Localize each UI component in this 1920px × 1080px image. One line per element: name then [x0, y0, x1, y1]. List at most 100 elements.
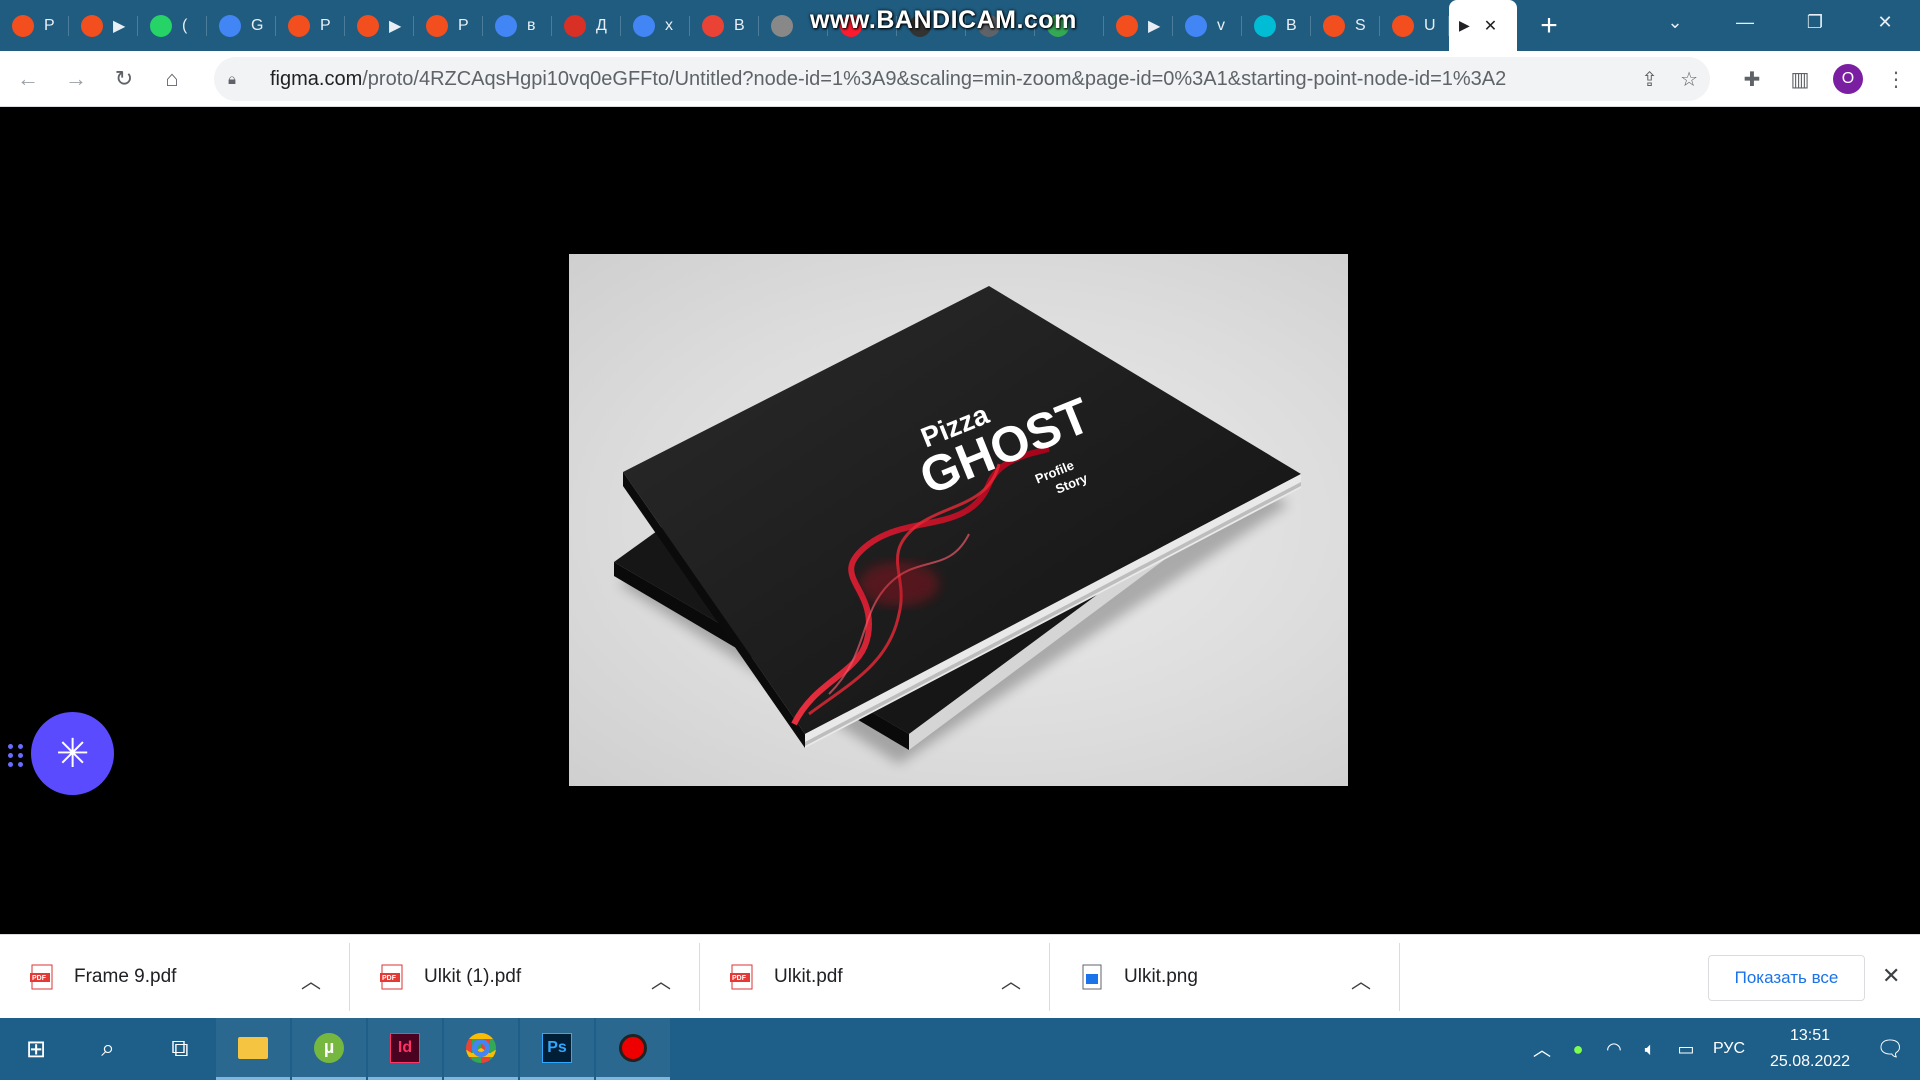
url-host: figma.com: [270, 67, 363, 90]
download-item[interactable]: PDF Ulkit (1).pdf ︿: [350, 942, 700, 1011]
download-filename: Ulkit (1).pdf: [424, 965, 522, 987]
tab-search-icon[interactable]: ⌄: [1640, 12, 1710, 33]
battery-icon[interactable]: ▭: [1668, 1039, 1704, 1060]
tab-title: ▶: [113, 17, 126, 35]
tab-title: G: [251, 16, 264, 34]
tab-title: P: [458, 16, 469, 34]
browser-tab[interactable]: ▶: [69, 0, 138, 51]
browser-tab[interactable]: Д: [552, 0, 621, 51]
browser-tab[interactable]: U: [1380, 0, 1449, 51]
recording-watermark: www.BANDICAM.com: [810, 6, 1077, 34]
google-icon: [633, 14, 655, 37]
volume-icon[interactable]: 🔈︎: [1632, 1039, 1668, 1060]
indesign-icon[interactable]: Id: [368, 1018, 442, 1080]
widget-drag-handle[interactable]: [8, 744, 24, 767]
pdf-file-icon: PDF: [730, 964, 753, 989]
search-icon[interactable]: ⌕: [72, 1018, 144, 1080]
browser-tab[interactable]: P: [276, 0, 345, 51]
google-icon: [1185, 14, 1207, 37]
browser-tab[interactable]: v: [1173, 0, 1242, 51]
new-tab-button[interactable]: +: [1527, 0, 1571, 51]
tab-title: ▶: [389, 17, 402, 35]
close-tab-icon[interactable]: ✕: [1484, 16, 1497, 36]
language-indicator[interactable]: РУС: [1704, 1040, 1754, 1058]
play-icon: ▶: [1459, 17, 1470, 33]
clock[interactable]: 13:51 25.08.2022: [1760, 1023, 1860, 1075]
download-item[interactable]: Ulkit.png ︿: [1050, 942, 1400, 1011]
close-downloads-icon[interactable]: ✕: [1882, 963, 1900, 989]
browser-tab[interactable]: G: [207, 0, 276, 51]
tab-list: P ▶(G P ▶ Pв Дx B ▶ v B S U ▶ ✕ +: [0, 0, 1571, 51]
reload-icon[interactable]: ↻: [104, 59, 144, 99]
side-panel-icon[interactable]: ▥: [1776, 67, 1824, 92]
download-item[interactable]: PDF Ulkit.pdf ︿: [700, 942, 1050, 1011]
restore-icon[interactable]: ❐: [1780, 12, 1850, 33]
browser-toolbar: ← → ↻ ⌂ 🔒︎ figma.com/proto/4RZCAqsHgpi10…: [0, 51, 1920, 107]
globe-icon: [771, 14, 793, 37]
tab-title: B: [1286, 16, 1297, 34]
bookmark-star-icon[interactable]: ☆: [1680, 67, 1698, 92]
chevron-up-icon[interactable]: ︿: [1351, 965, 1371, 994]
svg-text:PDF: PDF: [382, 975, 397, 982]
pdf-file-icon: PDF: [30, 964, 53, 989]
downloads-list: PDF Frame 9.pdf ︿ PDF Ulkit (1).pdf ︿ PDF Ulkit…: [0, 942, 1400, 1011]
download-filename: Frame 9.pdf: [74, 965, 177, 987]
notifications-icon[interactable]: 🗨︎: [1860, 1036, 1920, 1062]
browser-tab[interactable]: P: [414, 0, 483, 51]
browser-tab[interactable]: S: [1311, 0, 1380, 51]
browser-tab[interactable]: B: [690, 0, 759, 51]
bandicam-record-icon[interactable]: [596, 1018, 670, 1080]
menu-icon[interactable]: ⋮: [1872, 67, 1920, 92]
google-translate-icon: [219, 14, 241, 37]
utorrent-icon[interactable]: µ: [292, 1018, 366, 1080]
minimize-icon[interactable]: —: [1710, 12, 1780, 33]
lock-icon[interactable]: 🔒︎: [228, 71, 248, 88]
home-icon[interactable]: ⌂: [152, 59, 192, 99]
chevron-up-icon[interactable]: ︿: [301, 965, 321, 994]
browser-tab[interactable]: x: [621, 0, 690, 51]
show-all-downloads-button[interactable]: Показать все: [1708, 955, 1865, 1001]
task-view-icon[interactable]: ⧉: [144, 1018, 216, 1080]
extensions-icon[interactable]: ✚: [1728, 67, 1776, 92]
browser-tab[interactable]: ▶: [345, 0, 414, 51]
share-icon[interactable]: ⇪: [1641, 67, 1658, 92]
browser-tab[interactable]: в: [483, 0, 552, 51]
tab-title: (: [182, 16, 188, 34]
wifi-icon[interactable]: ◠: [1596, 1039, 1632, 1060]
figma-icon: [12, 14, 34, 37]
forward-icon[interactable]: →: [56, 59, 96, 99]
window-controls: ⌄ — ❐ ✕: [1640, 0, 1920, 44]
tray-app-icon[interactable]: ●: [1560, 1039, 1596, 1060]
red-g-icon: [564, 14, 586, 37]
tab-title: P: [44, 16, 55, 34]
downloads-bar: PDF Frame 9.pdf ︿ PDF Ulkit (1).pdf ︿ PDF Ulkit…: [0, 934, 1920, 1018]
chevron-up-icon[interactable]: ︿: [651, 965, 671, 994]
figma-icon: [1392, 14, 1414, 37]
clock-date: 25.08.2022: [1769, 1053, 1851, 1070]
photoshop-icon[interactable]: Ps: [520, 1018, 594, 1080]
back-icon[interactable]: ←: [8, 59, 48, 99]
clock-time: 13:51: [1789, 1027, 1831, 1044]
chrome-icon[interactable]: [444, 1018, 518, 1080]
prototype-viewport: Pizza GHOST Profile Story: [0, 108, 1920, 934]
tray-expand-icon[interactable]: ︿: [1524, 1036, 1560, 1062]
browser-tab-active[interactable]: ▶ ✕: [1449, 0, 1517, 51]
windows-taskbar: ⊞ ⌕ ⧉ µ Id Ps ︿ ● ◠ 🔈︎ ▭ РУС 13:51 25.08…: [0, 1018, 1920, 1080]
profile-avatar[interactable]: O: [1833, 64, 1863, 94]
tab-title: x: [665, 16, 673, 34]
windows-start-icon[interactable]: ⊞: [0, 1018, 72, 1080]
browser-tab[interactable]: P: [0, 0, 69, 51]
floating-widget-button[interactable]: ✳: [31, 712, 114, 795]
browser-tab[interactable]: B: [1242, 0, 1311, 51]
file-explorer-icon[interactable]: [216, 1018, 290, 1080]
url-text[interactable]: figma.com/proto/4RZCAqsHgpi10vq0eGFFto/U…: [270, 68, 1506, 91]
figma-icon: [288, 14, 310, 37]
browser-tab[interactable]: (: [138, 0, 207, 51]
chevron-up-icon[interactable]: ︿: [1001, 965, 1021, 994]
address-bar[interactable]: 🔒︎ figma.com/proto/4RZCAqsHgpi10vq0eGFFt…: [214, 57, 1710, 101]
download-item[interactable]: PDF Frame 9.pdf ︿: [0, 942, 350, 1011]
figma-icon: [1116, 14, 1138, 37]
close-window-icon[interactable]: ✕: [1850, 12, 1920, 33]
browser-tab[interactable]: ▶: [1104, 0, 1173, 51]
tab-title: U: [1424, 16, 1436, 34]
